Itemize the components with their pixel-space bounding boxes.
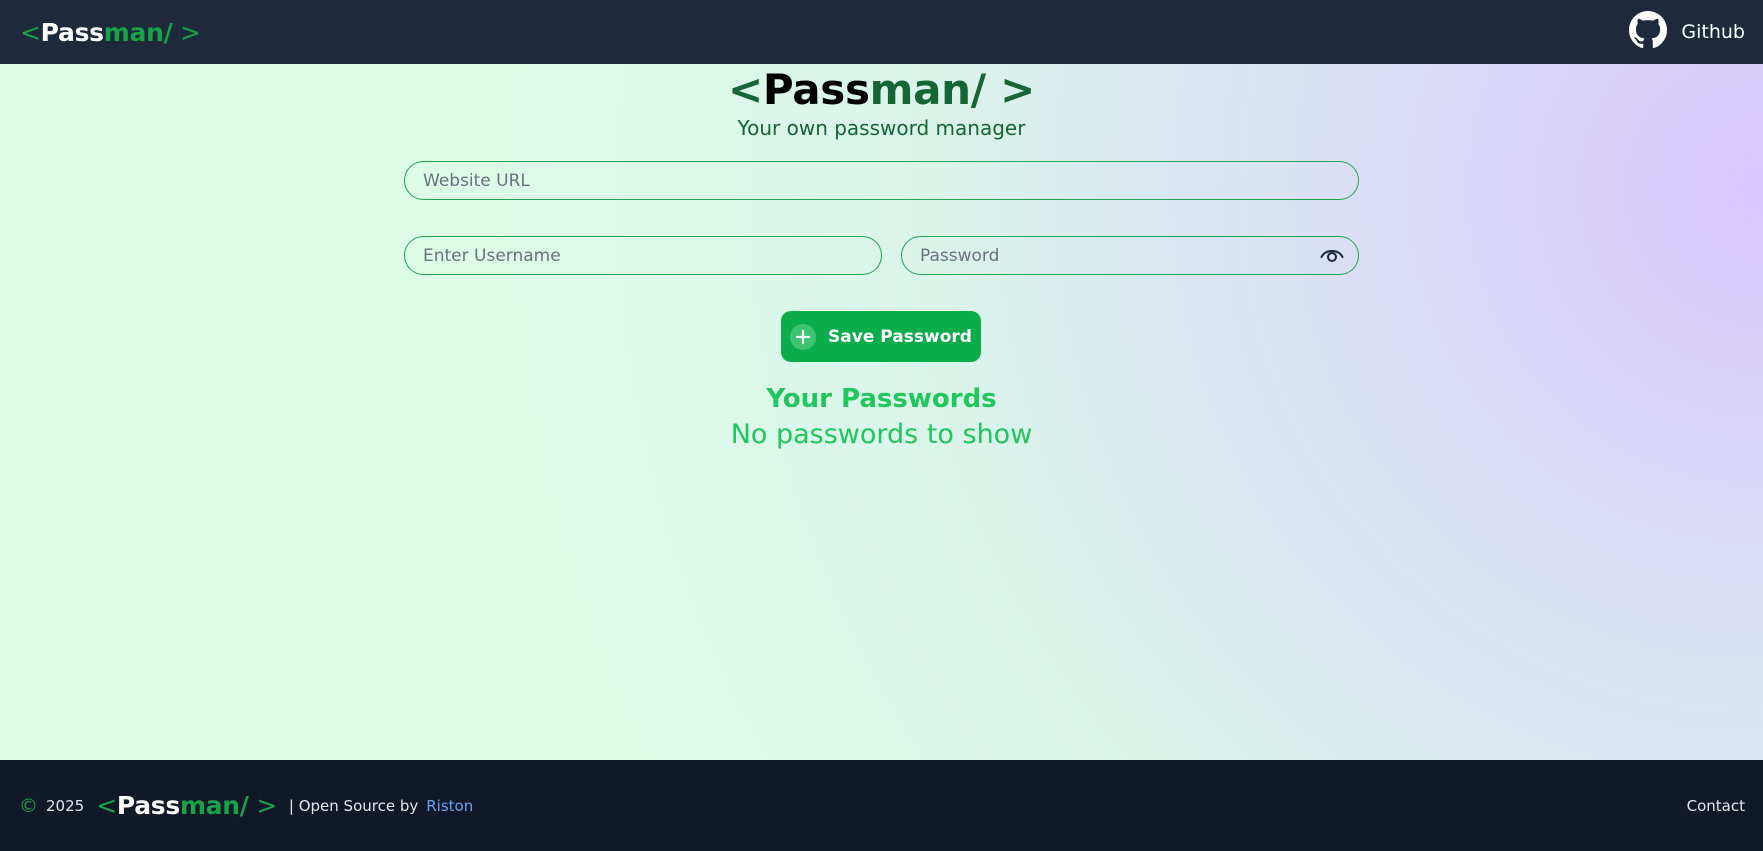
hero-logo: <Passman/ >: [0, 65, 1763, 114]
save-password-label: Save Password: [828, 326, 972, 347]
website-url-input[interactable]: [404, 161, 1359, 200]
footer-logo-bracket-close: >: [248, 791, 277, 820]
password-field-wrapper: [901, 236, 1359, 275]
empty-passwords-message: No passwords to show: [730, 419, 1033, 450]
github-icon: [1629, 10, 1668, 54]
passwords-section-title: Your Passwords: [766, 384, 997, 414]
logo-bracket-open: <: [20, 17, 41, 47]
github-button[interactable]: Github: [1629, 10, 1745, 54]
footer-credit-text: | Open Source by: [288, 796, 419, 815]
footer: © 2025 <Passman/ > | Open Source by Rist…: [0, 760, 1763, 851]
eye-icon[interactable]: [1319, 244, 1345, 266]
save-password-button[interactable]: Save Password: [781, 311, 981, 362]
main-content: <Passman/ > Your own password manager Sa…: [0, 64, 1763, 760]
contact-link[interactable]: Contact: [1687, 797, 1745, 815]
footer-logo: <Passman/ >: [96, 791, 277, 820]
navbar: <Passman/ > Github: [0, 0, 1763, 64]
logo-bracket-close: >: [172, 17, 201, 47]
footer-logo-pass: Pass: [116, 791, 180, 820]
tagline: Your own password manager: [737, 116, 1026, 140]
hero-logo-pass: Pass: [762, 65, 870, 114]
footer-credits: © 2025 <Passman/ > | Open Source by Rist…: [19, 791, 473, 820]
author-link[interactable]: Riston: [426, 797, 473, 815]
hero-logo-bracket-close: >: [985, 65, 1036, 114]
hero-logo-man: man/: [869, 65, 986, 114]
copyright-year: 2025: [46, 796, 85, 815]
plus-circle-icon: [790, 323, 817, 350]
password-input[interactable]: [901, 236, 1359, 275]
logo-pass: Pass: [40, 17, 104, 47]
logo-man: man/: [103, 17, 173, 47]
copyright-symbol: ©: [19, 794, 38, 817]
hero-logo-bracket-open: <: [727, 65, 763, 114]
username-input[interactable]: [404, 236, 882, 275]
footer-logo-man: man/: [179, 791, 249, 820]
footer-logo-bracket-open: <: [96, 791, 117, 820]
github-label: Github: [1681, 21, 1745, 43]
nav-logo[interactable]: <Passman/ >: [20, 18, 201, 47]
